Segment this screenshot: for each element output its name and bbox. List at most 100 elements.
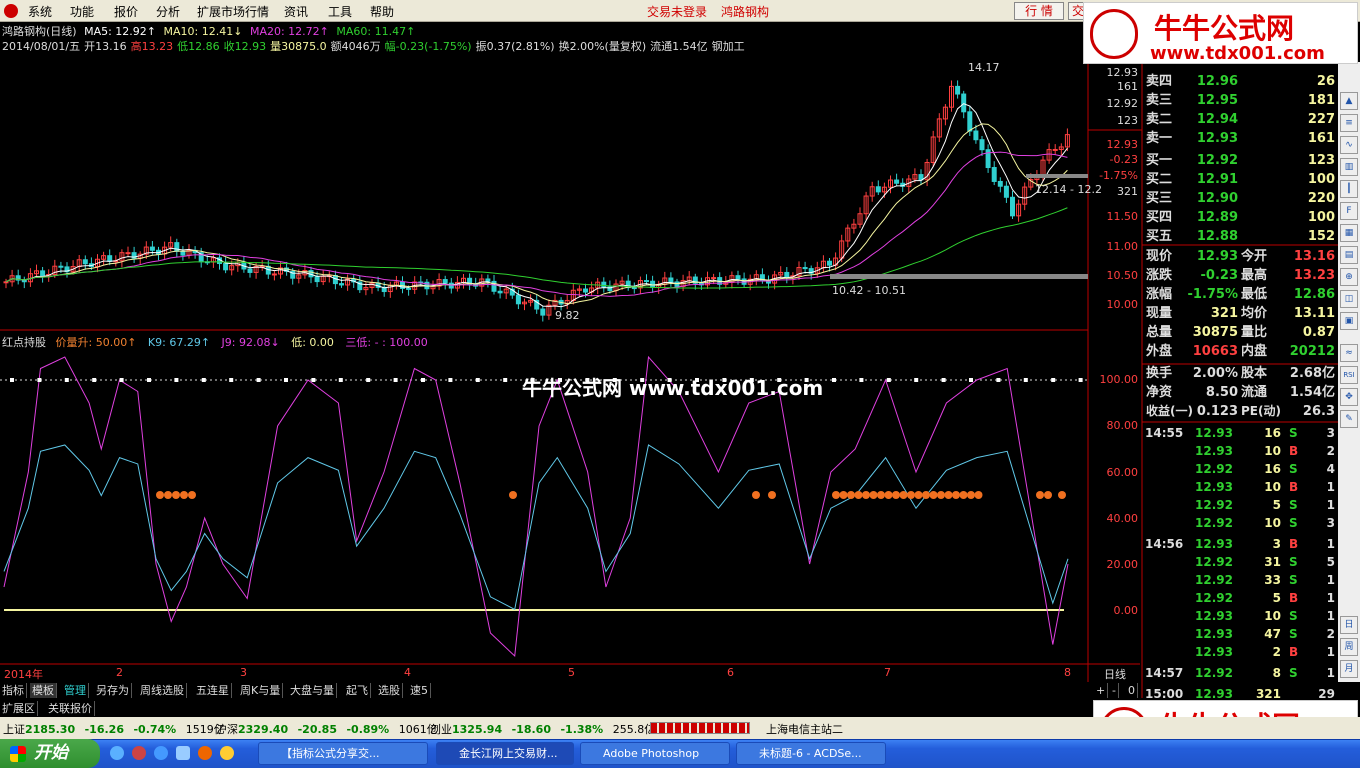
tab-market-vol[interactable]: 大盘与量 bbox=[288, 683, 337, 698]
stat-value: 2.68亿 bbox=[1289, 366, 1335, 381]
candle-body bbox=[930, 136, 936, 164]
quicklaunch-folder-icon[interactable] bbox=[176, 746, 190, 760]
level-dot bbox=[338, 378, 343, 382]
candle-body bbox=[601, 281, 607, 288]
candle-body bbox=[1052, 148, 1058, 151]
range-bar bbox=[1026, 174, 1088, 178]
toolbar-kline-icon[interactable]: ┃ bbox=[1340, 180, 1358, 198]
toolbar-list-icon[interactable]: ≡ bbox=[1340, 114, 1358, 132]
tick-volume: 16 bbox=[1264, 462, 1281, 476]
taskbar-item-formula-share[interactable]: 【指标公式分享交... bbox=[258, 742, 428, 765]
candle-body bbox=[326, 275, 332, 278]
toolbar-window-icon[interactable]: ◫ bbox=[1340, 290, 1358, 308]
tab-manage[interactable]: 管理 bbox=[62, 683, 89, 698]
tick-side: S bbox=[1289, 609, 1298, 623]
toolbar-week-icon[interactable]: 周 bbox=[1340, 638, 1358, 656]
tick-price: 12.92 bbox=[1195, 591, 1233, 605]
sh-index[interactable]: 上证2185.30 -16.26 -0.74% 1519亿 bbox=[3, 721, 225, 737]
zoom-in-button[interactable]: + bbox=[1094, 683, 1109, 698]
candle-body bbox=[619, 280, 625, 285]
zoom-reset-button[interactable]: 0 bbox=[1126, 683, 1138, 698]
tab-template[interactable]: 模板 bbox=[30, 683, 57, 698]
toolbar-chart-icon[interactable]: ∿ bbox=[1340, 136, 1358, 154]
candle-body bbox=[58, 265, 64, 268]
tick-side: B bbox=[1289, 480, 1299, 494]
quicklaunch-chat-icon[interactable] bbox=[220, 746, 234, 760]
hold-signal-dot bbox=[952, 491, 960, 499]
tab-five-stars[interactable]: 五连星 bbox=[194, 683, 232, 698]
toolbar-month-icon[interactable]: 月 bbox=[1340, 660, 1358, 678]
tick-list: 14:55 12.93 16 S 3 12.93 10 B 2 12.92 16 S 4 12.93 10 B… bbox=[1143, 424, 1340, 701]
menu-help[interactable]: 帮助 bbox=[370, 3, 394, 20]
tab-indicator[interactable]: 指标 bbox=[0, 683, 27, 698]
toolbar-wave-icon[interactable]: ≈ bbox=[1340, 344, 1358, 362]
candle-body bbox=[711, 277, 717, 280]
level-dot bbox=[229, 378, 234, 382]
open-label: 开13.16 bbox=[84, 40, 127, 53]
server-name[interactable]: 上海电信主站二 bbox=[766, 721, 843, 737]
toolbar-grid-icon[interactable]: ▦ bbox=[1340, 224, 1358, 242]
toolbar-doc-icon[interactable]: ▤ bbox=[1340, 246, 1358, 264]
menu-analysis[interactable]: 分析 bbox=[156, 3, 180, 20]
tab-takeoff[interactable]: 起飞 bbox=[344, 683, 371, 698]
tab-stock-pick[interactable]: 选股 bbox=[376, 683, 403, 698]
taskbar-item-acdsee[interactable]: 未标题-6 - ACDSe... bbox=[736, 742, 886, 765]
stat-label: 涨跌 bbox=[1146, 268, 1173, 283]
candle-body bbox=[1010, 196, 1015, 217]
axis-tick: 10.50 bbox=[1106, 269, 1139, 282]
candle-body bbox=[595, 281, 601, 289]
toolbar-rsi-icon[interactable]: RSI bbox=[1340, 366, 1358, 384]
indicator-name[interactable]: 红点持股 bbox=[2, 336, 46, 349]
toolbar-day-icon[interactable]: 日 bbox=[1340, 616, 1358, 634]
tab-speed5[interactable]: 速5 bbox=[408, 683, 431, 698]
tick-side: S bbox=[1289, 426, 1298, 440]
toolbar-zoom-icon[interactable]: ⊕ bbox=[1340, 268, 1358, 286]
quicklaunch-media-icon[interactable] bbox=[198, 746, 212, 760]
menu-ext-market[interactable]: 扩展市场行情 bbox=[197, 3, 269, 20]
quote-button[interactable]: 行 情 bbox=[1014, 2, 1064, 20]
date-label: 2014/08/01/五 bbox=[2, 40, 81, 53]
tab-linked-quote[interactable]: 关联报价 bbox=[46, 701, 95, 716]
candle-body bbox=[625, 280, 631, 289]
menu-system[interactable]: 系统 bbox=[28, 3, 52, 20]
menu-quote[interactable]: 报价 bbox=[114, 3, 138, 20]
toolbar-move-icon[interactable]: ✥ bbox=[1340, 388, 1358, 406]
hold-signal-dot bbox=[974, 491, 983, 499]
tab-save-as[interactable]: 另存为 bbox=[94, 683, 132, 698]
candle-body bbox=[143, 246, 149, 255]
ma10-line bbox=[5, 123, 1068, 305]
tick-side: S bbox=[1289, 555, 1298, 569]
period-label[interactable]: 日线 bbox=[1104, 666, 1126, 682]
quicklaunch-browser-icon[interactable] bbox=[154, 746, 168, 760]
ma5-line bbox=[5, 103, 1068, 308]
taskbar-item-photoshop[interactable]: Adobe Photoshop bbox=[580, 742, 730, 765]
menu-function[interactable]: 功能 bbox=[70, 3, 94, 20]
candle-body bbox=[1016, 203, 1022, 217]
taskbar-item-trading[interactable]: 金长江网上交易财... bbox=[436, 742, 574, 765]
menu-news[interactable]: 资讯 bbox=[284, 3, 308, 20]
tab-weekly-k[interactable]: 周K与量 bbox=[238, 683, 284, 698]
tab-extension[interactable]: 扩展区 bbox=[0, 701, 38, 716]
toolbar-draw-icon[interactable]: ✎ bbox=[1340, 410, 1358, 428]
stat-label: 现量 bbox=[1146, 306, 1173, 321]
candle-body bbox=[27, 273, 33, 283]
toolbar-panel-icon[interactable]: ▣ bbox=[1340, 312, 1358, 330]
tab-weekly-pick[interactable]: 周线选股 bbox=[138, 683, 187, 698]
quicklaunch-app-icon[interactable] bbox=[132, 746, 146, 760]
sz-index[interactable]: 沪深2329.40 -20.85 -0.89% 1061亿 bbox=[216, 721, 438, 737]
tick-count: 2 bbox=[1326, 444, 1335, 458]
menu-tools[interactable]: 工具 bbox=[328, 3, 352, 20]
candle-body bbox=[784, 271, 790, 279]
zoom-out-button[interactable]: - bbox=[1110, 683, 1119, 698]
ask-volume: 26 bbox=[1316, 74, 1335, 89]
cy-index[interactable]: 创业1325.94 -18.60 -1.38% 255.8亿 bbox=[430, 721, 655, 737]
bid-volume: 123 bbox=[1307, 153, 1335, 168]
toolbar-arrow-icon[interactable]: ▲ bbox=[1340, 92, 1358, 110]
tick-volume: 16 bbox=[1264, 426, 1281, 440]
toolbar-bar-icon[interactable]: ▥ bbox=[1340, 158, 1358, 176]
login-status[interactable]: 交易未登录 bbox=[647, 3, 707, 20]
quicklaunch-ie-icon[interactable] bbox=[110, 746, 124, 760]
toolbar-f10-icon[interactable]: F bbox=[1340, 202, 1358, 220]
bid-price: 12.92 bbox=[1196, 153, 1238, 168]
candle-body bbox=[894, 179, 900, 184]
